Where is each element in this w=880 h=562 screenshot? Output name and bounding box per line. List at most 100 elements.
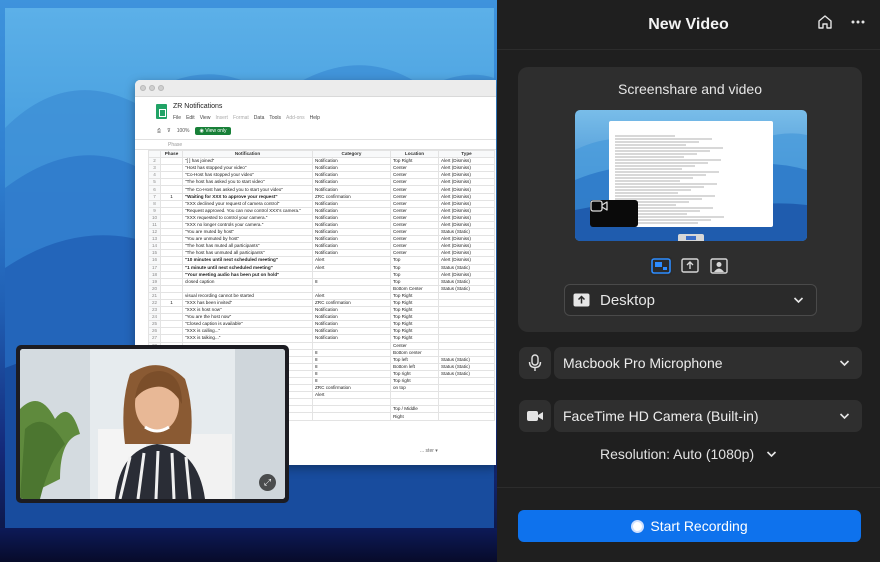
row-number-cell[interactable]: 24 [148, 313, 161, 322]
table-row[interactable]: 22 1 "XXX has been invited" ZRC confirmatio… [148, 298, 495, 308]
column-header-category[interactable]: Category [312, 149, 391, 159]
table-row[interactable]: 9 "Request approved. You can now control … [148, 206, 495, 215]
phase-cell[interactable] [160, 256, 183, 265]
category-cell[interactable]: Notification [312, 220, 391, 230]
category-cell[interactable]: Notification [312, 313, 391, 322]
category-cell[interactable]: 8 [312, 376, 391, 386]
menu-format[interactable]: Format [233, 115, 249, 121]
location-cell[interactable]: Top Right [390, 334, 439, 343]
phase-cell[interactable] [160, 199, 183, 208]
phase-cell[interactable]: 1 [160, 298, 183, 308]
phase-cell[interactable] [160, 171, 183, 180]
type-cell[interactable]: Alert (Dismiss) [438, 270, 495, 279]
type-cell[interactable] [438, 348, 495, 357]
category-cell[interactable]: Notification [312, 320, 391, 329]
notification-cell[interactable]: "Waiting for XXX to approve your request… [182, 192, 313, 201]
notification-cell[interactable]: "[ ] has joined" [182, 157, 313, 166]
menu-view[interactable]: View [200, 115, 211, 121]
table-row[interactable]: 13 "You are unmuted by host" Notification C… [148, 235, 495, 244]
location-cell[interactable]: Bottom left [390, 362, 439, 371]
location-cell[interactable]: Top left [390, 355, 439, 364]
notification-cell[interactable]: "Co-Host has stopped your video" [182, 171, 313, 180]
location-cell[interactable]: Center [390, 192, 439, 201]
phase-cell[interactable] [160, 249, 183, 258]
row-number-cell[interactable]: 19 [148, 277, 161, 286]
location-cell[interactable]: Top Right [390, 298, 439, 308]
column-header-notification[interactable]: Notification [182, 149, 313, 159]
category-cell[interactable]: 8 [312, 348, 391, 357]
screen-and-camera-button[interactable] [650, 256, 672, 276]
corner-cell[interactable] [148, 149, 161, 159]
phase-cell[interactable] [160, 327, 183, 336]
type-cell[interactable] [438, 320, 495, 329]
table-row[interactable]: 7 1 "Waiting for XXX to approve your reque… [148, 192, 495, 201]
category-cell[interactable]: 8 [312, 369, 391, 379]
type-cell[interactable] [438, 391, 495, 400]
location-cell[interactable]: on top [390, 384, 439, 393]
phase-cell[interactable] [160, 185, 183, 194]
location-cell[interactable]: Center [390, 171, 439, 180]
menu-tools[interactable]: Tools [269, 115, 281, 121]
screenshare-preview[interactable] [575, 110, 807, 241]
column-header-type[interactable]: Type [438, 149, 495, 159]
formula-bar[interactable]: Phase [135, 139, 496, 150]
phase-cell[interactable]: 1 [160, 192, 183, 201]
notification-cell[interactable]: "XXX declined your request of camera con… [182, 199, 313, 208]
type-cell[interactable]: Alert (Dismiss) [438, 256, 495, 265]
notification-cell[interactable]: "You are the host now" [182, 313, 313, 322]
location-cell[interactable]: Center [390, 242, 439, 251]
row-number-cell[interactable]: 10 [148, 213, 161, 222]
filter-icon[interactable]: ⊽ [167, 128, 171, 134]
category-cell[interactable]: 8 [312, 362, 391, 371]
phase-cell[interactable] [160, 206, 183, 215]
table-row[interactable]: 26 "XXX is calling..." Notification Top Rig… [148, 327, 495, 336]
row-number-cell[interactable]: 20 [148, 284, 161, 293]
category-cell[interactable] [312, 284, 391, 293]
table-row[interactable]: 6 "The Co-Host has asked you to start you… [148, 185, 495, 194]
notification-cell[interactable]: "XXX is talking..." [182, 334, 313, 343]
document-title[interactable]: ZR Notifications [173, 103, 222, 110]
menu-data[interactable]: Data [254, 115, 265, 121]
menu-addons[interactable]: Add-ons [286, 115, 305, 121]
table-row[interactable]: 25 "Closed caption is available" Notificat… [148, 320, 495, 329]
location-cell[interactable]: Top / Middle [390, 405, 439, 414]
type-cell[interactable]: Alert (Dismiss) [438, 199, 495, 208]
phase-cell[interactable] [160, 235, 183, 244]
phase-cell[interactable] [160, 263, 183, 272]
row-number-cell[interactable]: 4 [148, 171, 161, 180]
category-cell[interactable]: Notification [312, 157, 391, 166]
sheet-tab[interactable]: ... ster ▾ [420, 448, 438, 454]
type-cell[interactable]: Status (Static) [438, 284, 495, 293]
row-number-cell[interactable]: 14 [148, 242, 161, 251]
type-cell[interactable]: Status (Static) [438, 369, 495, 379]
table-row[interactable]: 12 "You are muted by host" Notification Cen… [148, 228, 495, 237]
notification-cell[interactable]: closed caption [182, 277, 313, 286]
location-cell[interactable]: Center [390, 206, 439, 215]
category-cell[interactable]: 8 [312, 277, 391, 286]
notification-cell[interactable]: "1 minute until next scheduled meeting" [182, 263, 313, 272]
category-cell[interactable]: Notification [312, 213, 391, 222]
location-cell[interactable]: Top Right [390, 291, 439, 300]
type-cell[interactable] [438, 306, 495, 315]
notification-cell[interactable]: "Host has stopped your video" [182, 164, 313, 173]
row-number-cell[interactable]: 18 [148, 270, 161, 279]
type-cell[interactable]: Alert (Dismiss) [438, 164, 495, 173]
phase-cell[interactable] [160, 277, 183, 286]
type-cell[interactable] [438, 291, 495, 300]
notification-cell[interactable]: "Request approved. You can now control X… [182, 206, 313, 215]
notification-cell[interactable] [182, 284, 313, 293]
type-cell[interactable]: Alert (Dismiss) [438, 242, 495, 251]
row-number-cell[interactable]: 3 [148, 164, 161, 173]
notification-cell[interactable]: "XXX has been invited" [182, 298, 313, 308]
row-number-cell[interactable]: 27 [148, 334, 161, 343]
phase-cell[interactable] [160, 228, 183, 237]
table-row[interactable]: 8 "XXX declined your request of camera co… [148, 199, 495, 208]
category-cell[interactable]: Alert [312, 291, 391, 300]
row-number-cell[interactable]: 5 [148, 178, 161, 187]
category-cell[interactable]: Alert [312, 391, 391, 400]
category-cell[interactable]: Notification [312, 327, 391, 336]
table-row[interactable]: 17 "1 minute until next scheduled meeting… [148, 263, 495, 272]
row-number-cell[interactable]: 22 [148, 298, 161, 308]
type-cell[interactable]: Alert (Dismiss) [438, 192, 495, 201]
table-row[interactable]: 3 "Host has stopped your video" Notificati… [148, 164, 495, 173]
